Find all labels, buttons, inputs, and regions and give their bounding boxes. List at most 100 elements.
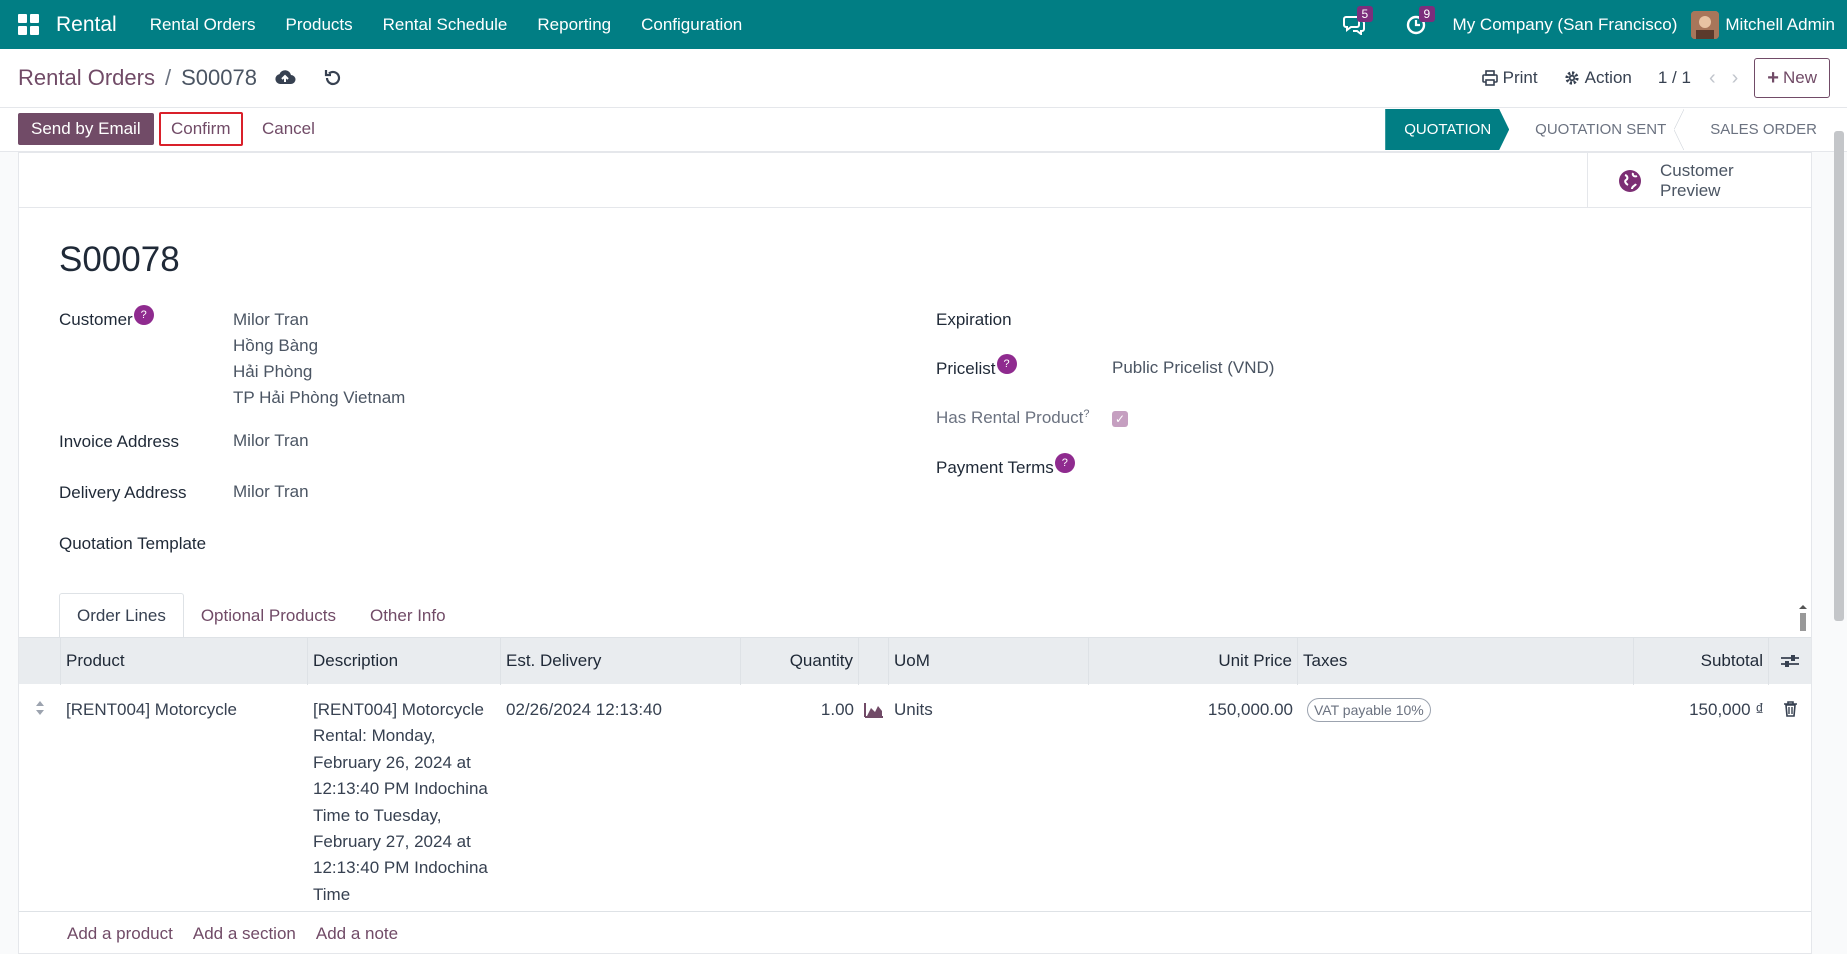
page-title: S00078 bbox=[59, 240, 180, 279]
expiration-label: Expiration bbox=[936, 310, 1012, 329]
has-rental-checkbox[interactable]: ✓ bbox=[1112, 411, 1128, 427]
discard-changes-icon[interactable] bbox=[322, 67, 344, 89]
activities-badge: 9 bbox=[1418, 6, 1436, 22]
page-scrollbar[interactable] bbox=[1834, 131, 1844, 621]
menu-rental-orders[interactable]: Rental Orders bbox=[135, 0, 271, 49]
menu-configuration[interactable]: Configuration bbox=[626, 0, 757, 49]
menu-rental-schedule[interactable]: Rental Schedule bbox=[368, 0, 523, 49]
table-header: Product Description Est. Delivery Quanti… bbox=[19, 637, 1811, 685]
control-panel: Rental Orders / S00078 Print Action 1 / … bbox=[0, 49, 1847, 108]
action-label: Action bbox=[1584, 68, 1632, 87]
forecast-chart-icon[interactable] bbox=[859, 684, 889, 911]
invoice-address-label: Invoice Address bbox=[59, 432, 180, 451]
customer-name: Milor Tran bbox=[233, 310, 309, 329]
cell-taxes[interactable]: VAT payable 10% bbox=[1298, 684, 1634, 911]
printer-icon bbox=[1481, 70, 1498, 86]
breadcrumb-separator: / bbox=[164, 65, 172, 90]
apps-menu-icon[interactable] bbox=[0, 0, 56, 49]
form-sheet: Customer Preview S00078 Customer? Milor … bbox=[18, 152, 1812, 954]
column-product[interactable]: Product bbox=[61, 637, 308, 685]
pricelist-label: Pricelist? bbox=[936, 354, 1017, 379]
stage-pipeline: QUOTATION QUOTATION SENT SALES ORDER bbox=[1385, 109, 1835, 150]
new-label: New bbox=[1782, 68, 1817, 87]
cell-product[interactable]: [RENT004] Motorcycle bbox=[61, 684, 308, 911]
gear-icon bbox=[1565, 71, 1579, 85]
menu-products[interactable]: Products bbox=[271, 0, 368, 49]
add-line-row: Add a product Add a section Add a note bbox=[19, 912, 1811, 954]
handle-header bbox=[19, 637, 61, 685]
column-taxes[interactable]: Taxes bbox=[1298, 637, 1634, 685]
help-icon[interactable]: ? bbox=[1054, 453, 1075, 473]
customer-label: Customer? bbox=[59, 305, 154, 330]
cell-est-delivery[interactable]: 02/26/2024 12:13:40 bbox=[501, 684, 741, 911]
invoice-address-field[interactable]: Milor Tran bbox=[233, 428, 309, 454]
breadcrumb-rental-orders[interactable]: Rental Orders bbox=[18, 65, 155, 91]
customer-city: Hải Phòng bbox=[233, 362, 313, 381]
order-lines-table: Product Description Est. Delivery Quanti… bbox=[19, 637, 1811, 954]
send-by-email-button[interactable]: Send by Email bbox=[18, 113, 154, 145]
column-uom[interactable]: UoM bbox=[889, 637, 1089, 685]
help-icon[interactable]: ? bbox=[996, 354, 1017, 374]
pager-next-icon[interactable]: › bbox=[1732, 67, 1739, 90]
action-button[interactable]: Action bbox=[1564, 68, 1632, 88]
cell-quantity[interactable]: 1.00 bbox=[741, 684, 859, 911]
cell-unit-price[interactable]: 150,000.00 bbox=[1089, 684, 1298, 911]
app-name[interactable]: Rental bbox=[56, 13, 117, 37]
button-box: Customer Preview bbox=[19, 153, 1811, 208]
stage-sales-order[interactable]: SALES ORDER bbox=[1684, 109, 1835, 150]
optional-columns-toggle[interactable] bbox=[1769, 638, 1811, 685]
column-subtotal[interactable]: Subtotal bbox=[1634, 637, 1769, 685]
column-forecast bbox=[859, 637, 889, 685]
add-product-link[interactable]: Add a product bbox=[67, 924, 173, 944]
help-icon[interactable]: ? bbox=[1083, 408, 1089, 420]
cell-description[interactable]: [RENT004] Motorcycle Rental: Monday, Feb… bbox=[308, 684, 501, 911]
tax-tag: VAT payable 10% bbox=[1307, 698, 1431, 722]
cloud-save-icon[interactable] bbox=[274, 67, 296, 89]
globe-icon bbox=[1619, 169, 1641, 192]
print-button[interactable]: Print bbox=[1481, 68, 1538, 88]
user-menu[interactable]: Mitchell Admin bbox=[1725, 15, 1835, 35]
plus-icon: + bbox=[1767, 66, 1779, 89]
avatar[interactable] bbox=[1691, 10, 1720, 39]
table-row[interactable]: [RENT004] Motorcycle [RENT004] Motorcycl… bbox=[19, 684, 1811, 912]
stage-quotation-sent[interactable]: QUOTATION SENT bbox=[1509, 109, 1685, 150]
activities-button[interactable]: 9 bbox=[1385, 0, 1447, 49]
new-button[interactable]: + New bbox=[1754, 58, 1830, 98]
customer-preview-label: Customer Preview bbox=[1660, 160, 1734, 200]
quotation-template-label: Quotation Template bbox=[59, 534, 207, 553]
column-quantity[interactable]: Quantity bbox=[741, 637, 859, 685]
delivery-address-field[interactable]: Milor Tran bbox=[233, 479, 309, 505]
messages-button[interactable]: 5 bbox=[1323, 0, 1385, 49]
trash-icon[interactable] bbox=[1769, 684, 1811, 911]
tab-order-lines[interactable]: Order Lines bbox=[59, 593, 184, 638]
cancel-button[interactable]: Cancel bbox=[262, 113, 315, 145]
stage-quotation[interactable]: QUOTATION bbox=[1385, 109, 1509, 150]
company-switcher[interactable]: My Company (San Francisco) bbox=[1453, 15, 1678, 35]
has-rental-label: Has Rental Product? bbox=[936, 408, 1090, 427]
confirm-button[interactable]: Confirm bbox=[159, 112, 243, 146]
notebook-tabs: Order Lines Optional Products Other Info bbox=[59, 593, 463, 638]
breadcrumb: Rental Orders / S00078 bbox=[18, 65, 257, 91]
customer-field[interactable]: Milor Tran Hồng Bàng Hải Phòng TP Hải Ph… bbox=[233, 307, 405, 411]
breadcrumb-current: S00078 bbox=[181, 65, 257, 90]
drag-handle-icon[interactable] bbox=[19, 684, 61, 911]
sliders-icon bbox=[1781, 655, 1799, 667]
tab-optional-products[interactable]: Optional Products bbox=[184, 593, 353, 638]
payment-terms-label: Payment Terms? bbox=[936, 453, 1075, 478]
add-note-link[interactable]: Add a note bbox=[316, 924, 398, 944]
column-description[interactable]: Description bbox=[308, 637, 501, 685]
print-label: Print bbox=[1502, 68, 1538, 87]
menu-reporting[interactable]: Reporting bbox=[522, 0, 626, 49]
cell-uom[interactable]: Units bbox=[889, 684, 1089, 911]
pager-value[interactable]: 1 / 1 bbox=[1658, 68, 1691, 88]
customer-street: Hồng Bàng bbox=[233, 336, 319, 355]
add-section-link[interactable]: Add a section bbox=[193, 924, 296, 944]
cell-subtotal: 150,000 ₫ bbox=[1689, 700, 1764, 719]
tab-other-info[interactable]: Other Info bbox=[353, 593, 463, 638]
customer-preview-button[interactable]: Customer Preview bbox=[1587, 153, 1811, 208]
column-unit-price[interactable]: Unit Price bbox=[1089, 637, 1298, 685]
pricelist-field[interactable]: Public Pricelist (VND) bbox=[1112, 355, 1274, 381]
pager-previous-icon[interactable]: ‹ bbox=[1709, 67, 1716, 90]
help-icon[interactable]: ? bbox=[133, 305, 154, 325]
column-est-delivery[interactable]: Est. Delivery bbox=[501, 637, 741, 685]
